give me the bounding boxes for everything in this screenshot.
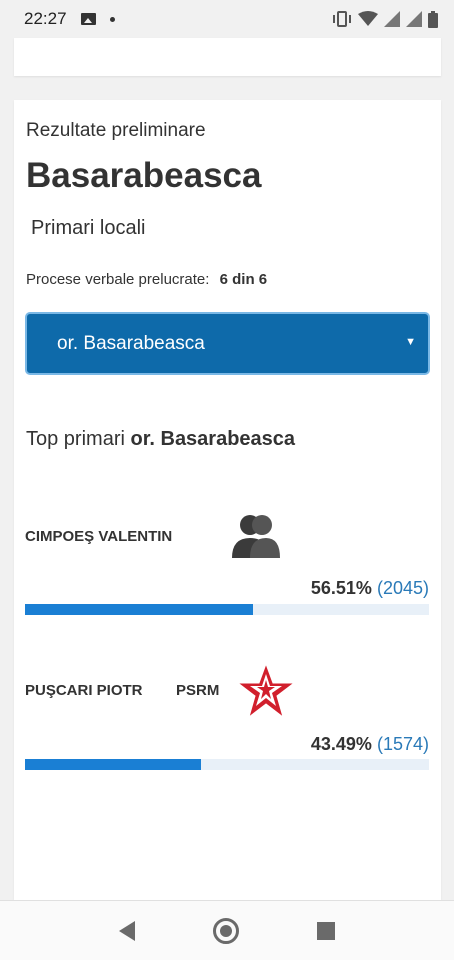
- status-bar: 22:27: [0, 0, 454, 38]
- locality-select[interactable]: or. Basarabeasca ▼: [25, 312, 430, 375]
- result-bar: [25, 604, 429, 615]
- candidate-name: PUŞCARI PIOTR: [25, 682, 143, 699]
- candidate-votes: (1574): [376, 734, 429, 754]
- previous-card: [14, 38, 441, 76]
- recent-apps-icon[interactable]: [317, 921, 335, 940]
- result-bar-fill: [25, 759, 201, 770]
- home-icon[interactable]: [213, 917, 239, 944]
- wifi-icon: [358, 11, 378, 26]
- signal-icon: [406, 11, 422, 27]
- locality-title: Basarabeasca: [26, 156, 262, 195]
- candidate-name: CIMPOEŞ VALENTIN: [25, 528, 173, 545]
- caret-down-icon: ▼: [405, 336, 416, 348]
- candidate-result: 56.51% (2045): [311, 578, 429, 599]
- result-bar: [25, 759, 429, 770]
- android-nav-bar: [0, 900, 454, 960]
- processed-of: din: [232, 271, 255, 288]
- status-time: 22:27: [24, 9, 67, 28]
- locality-select-value: or. Basarabeasca: [57, 332, 205, 354]
- processed-count: 6: [219, 271, 228, 288]
- candidate-result: 43.49% (1574): [311, 734, 429, 755]
- results-card: Rezultate preliminare Basarabeasca Prima…: [14, 100, 441, 900]
- result-bar-fill: [25, 604, 254, 615]
- candidate-percent: 43.49%: [310, 734, 372, 754]
- processed-label: Procese verbale prelucrate:: [26, 271, 210, 288]
- top-mayors-heading: Top primari or. Basarabeasca: [26, 428, 295, 451]
- processed-total: 6: [258, 271, 268, 288]
- back-icon[interactable]: [119, 920, 135, 941]
- top-label-prefix: Top primari: [26, 428, 125, 450]
- signal-icon: [384, 11, 400, 27]
- processed-reports: Procese verbale prelucrate: 6 din 6: [26, 271, 267, 288]
- dot-notification-icon: [109, 16, 115, 22]
- vibrate-icon: [333, 11, 351, 27]
- independent-candidate-icon: [232, 515, 280, 558]
- candidate-party: PSRM: [176, 682, 220, 699]
- top-label-locality: or. Basarabeasca: [130, 428, 296, 450]
- candidate-percent: 56.51%: [310, 578, 372, 598]
- election-type: Primari locali: [31, 217, 146, 239]
- psrm-star-logo: [236, 662, 296, 719]
- image-notification-icon: [80, 13, 96, 25]
- battery-icon: [428, 10, 438, 28]
- candidate-votes: (2045): [376, 578, 429, 598]
- results-subtitle: Rezultate preliminare: [26, 120, 206, 141]
